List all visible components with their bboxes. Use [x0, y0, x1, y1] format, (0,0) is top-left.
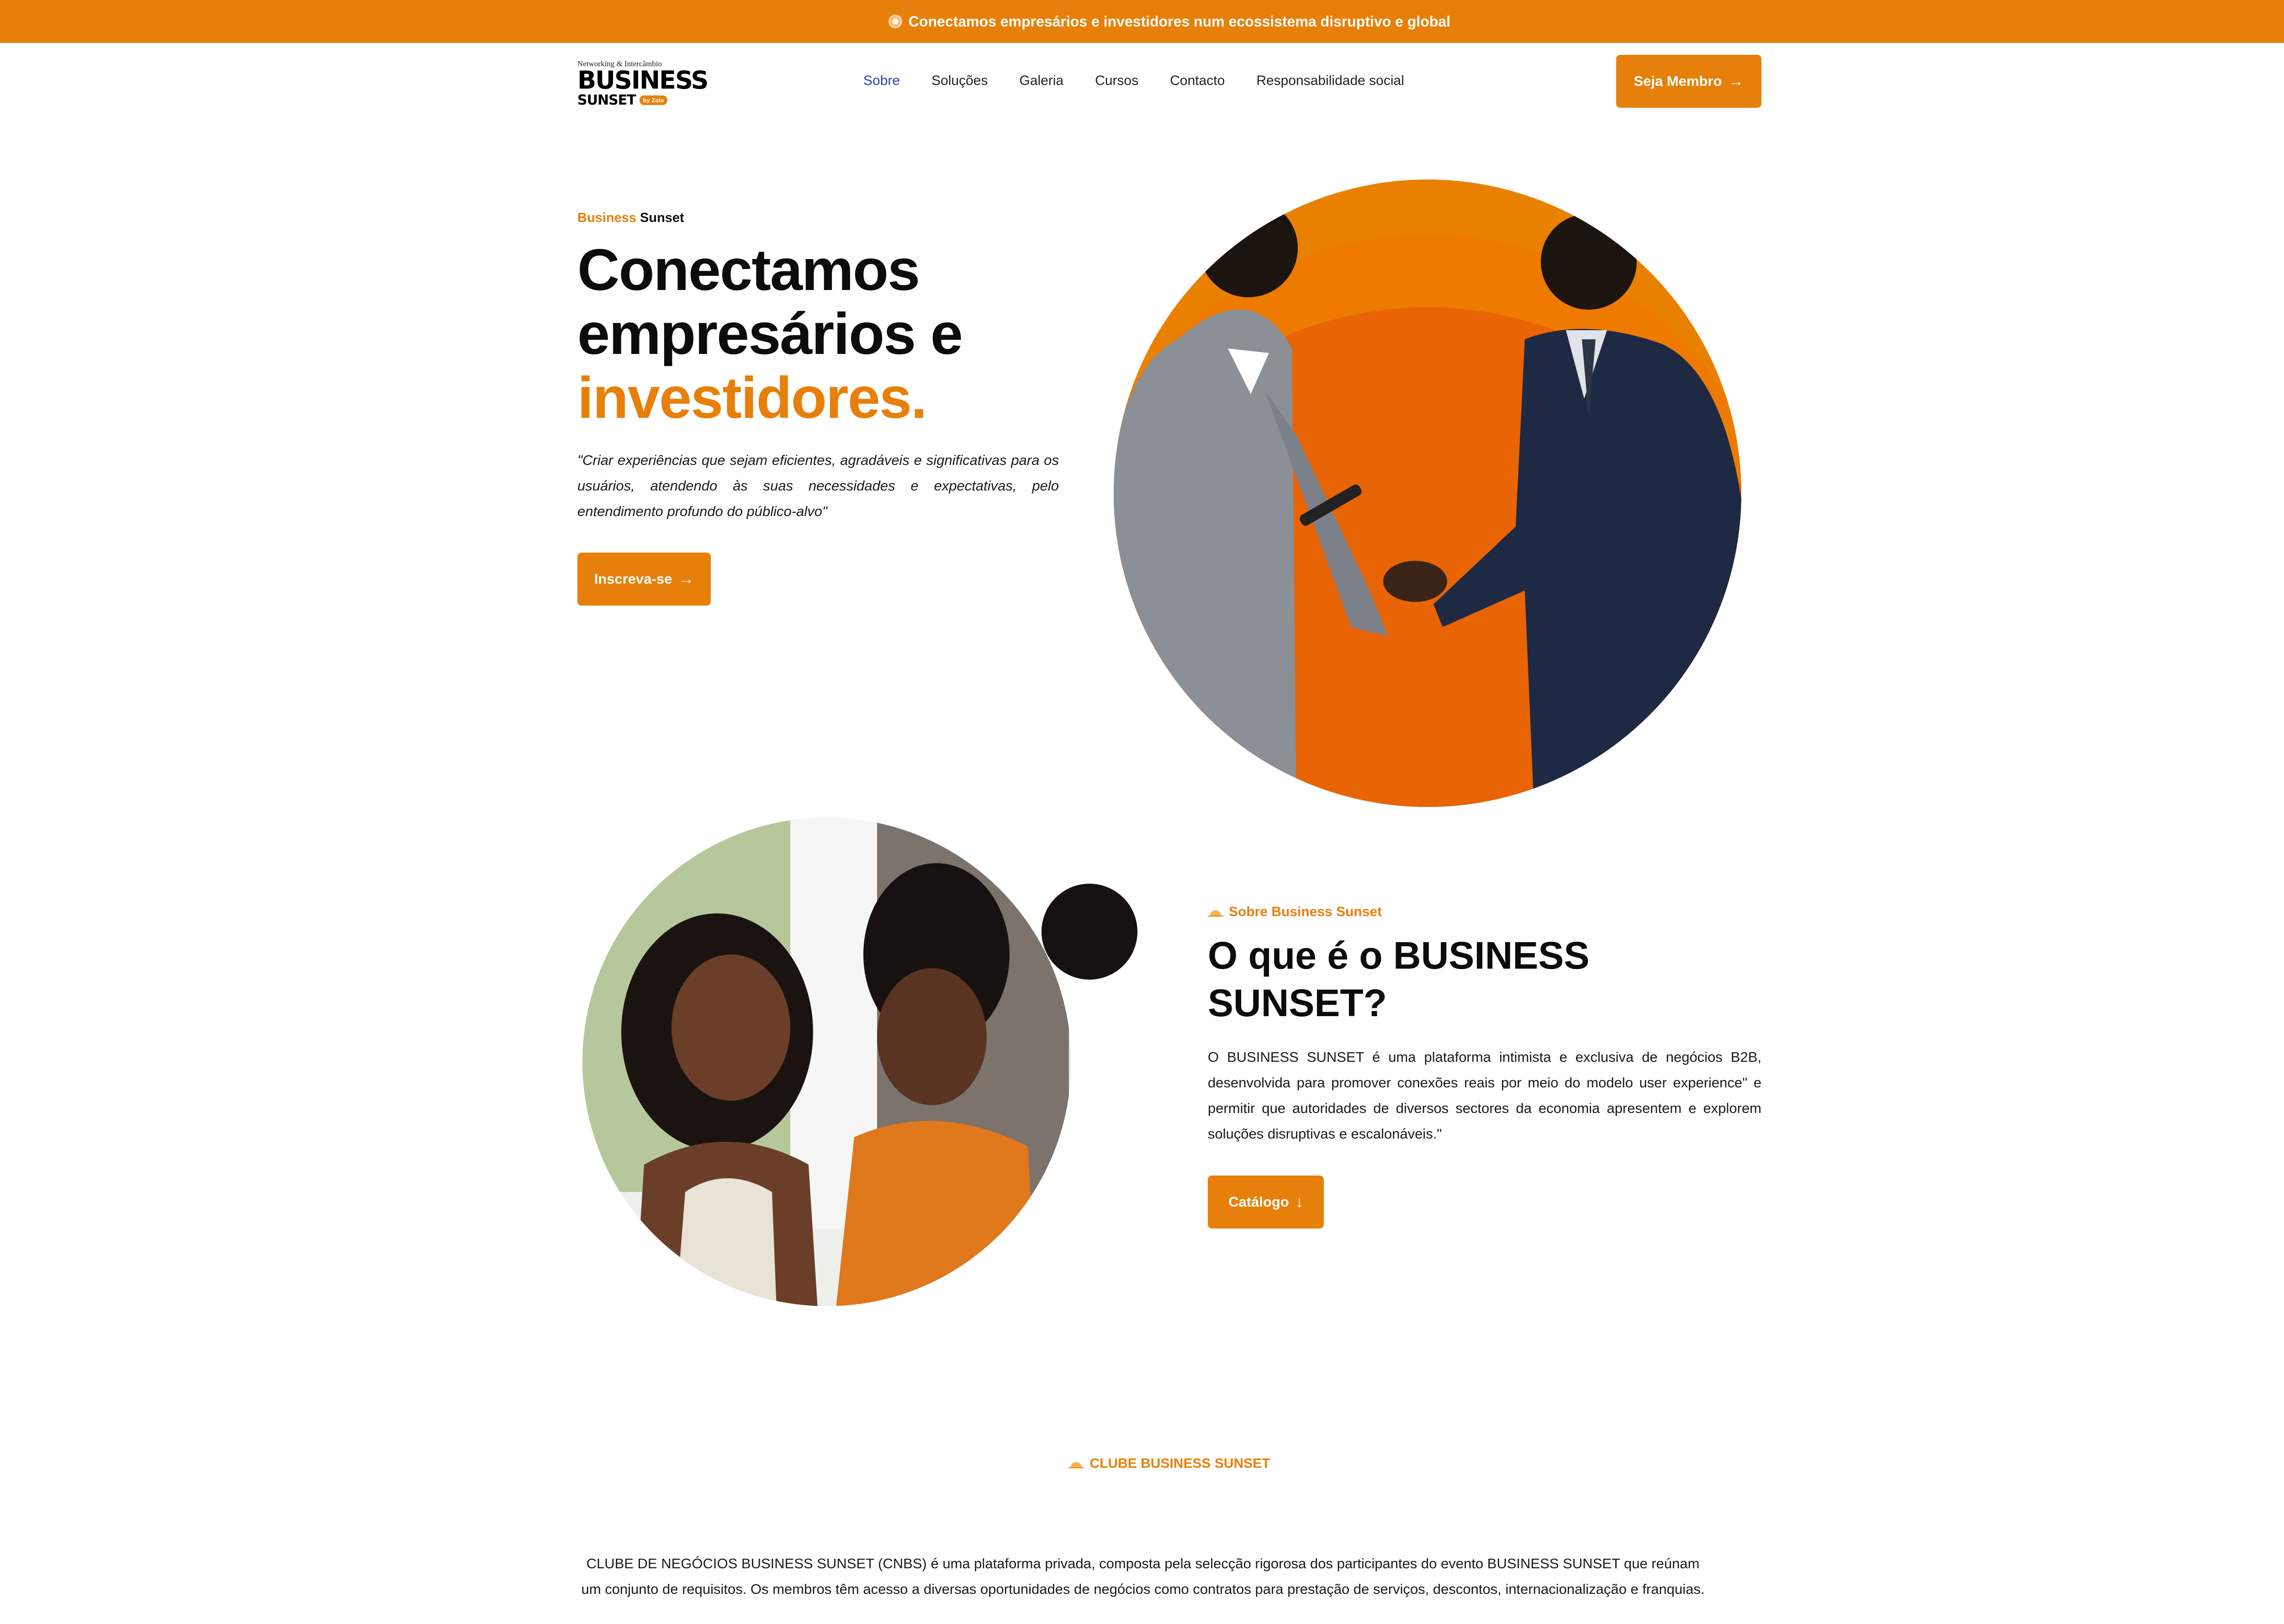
hero-title: Conectamos empresários e investidores.: [577, 238, 1080, 430]
become-member-label: Seja Membro: [1634, 73, 1722, 89]
arrow-down-icon: ↓: [1295, 1193, 1303, 1211]
hero-title-line1: Conectamos: [577, 237, 920, 303]
nav-item-galeria[interactable]: Galeria: [1019, 73, 1063, 89]
nav-item-responsabilidade-social[interactable]: Responsabilidade social: [1256, 73, 1404, 89]
sun-icon: [888, 15, 902, 28]
nav-item-solucoes[interactable]: Soluções: [931, 73, 988, 89]
club-eyebrow: CLUBE BUSINESS SUNSET: [0, 1456, 2284, 1471]
main-nav: Sobre Soluções Galeria Cursos Contacto R…: [863, 73, 1404, 89]
club-body: CLUBE DE NEGÓCIOS BUSINESS SUNSET (CNBS)…: [581, 1555, 1705, 1597]
nav-item-cursos[interactable]: Cursos: [1095, 73, 1138, 89]
hair-puff: [1042, 884, 1137, 980]
sunset-icon: [1068, 1462, 1084, 1468]
hero-handshake-image: [1114, 179, 1741, 807]
hero-eyebrow-accent: Business: [577, 211, 636, 225]
hero-title-highlight: investidores.: [577, 365, 927, 431]
subscribe-label: Inscreva-se: [594, 571, 672, 587]
logo-badge: by Zola: [639, 95, 668, 105]
announcement-bar: Conectamos empresários e investidores nu…: [0, 0, 2284, 43]
hero-title-line2: empresários e: [577, 301, 963, 367]
hero-quote: "Criar experiências que sejam eficientes…: [577, 452, 1059, 519]
about-women-image: [582, 817, 1137, 1306]
logo-wordmark-business: BUSINESS: [577, 66, 708, 95]
about-eyebrow-text: Sobre Business Sunset: [1229, 904, 1382, 919]
arrow-right-icon: →: [678, 570, 694, 588]
about-body: O BUSINESS SUNSET é uma plataforma intim…: [1208, 1049, 1761, 1142]
hero-eyebrow-text: Sunset: [640, 211, 684, 225]
club-eyebrow-text: CLUBE BUSINESS SUNSET: [1089, 1456, 1270, 1471]
catalog-button[interactable]: Catálogo ↓: [1208, 1176, 1324, 1229]
nav-item-sobre[interactable]: Sobre: [863, 73, 900, 89]
hero-eyebrow: Business Sunset: [577, 211, 684, 226]
sunset-icon: [1208, 910, 1223, 917]
become-member-button[interactable]: Seja Membro →: [1616, 55, 1761, 108]
logo-wordmark-sunset: SUNSET: [577, 92, 636, 108]
catalog-label: Catálogo: [1228, 1194, 1289, 1210]
subscribe-button[interactable]: Inscreva-se →: [577, 553, 711, 606]
site-logo[interactable]: Networking & Intercâmbio BUSINESS SUNSET…: [577, 59, 708, 110]
about-title: O que é o BUSINESS SUNSET?: [1208, 934, 1590, 1024]
arrow-right-icon: →: [1728, 73, 1744, 90]
announcement-text: Conectamos empresários e investidores nu…: [908, 13, 1451, 30]
nav-item-contacto[interactable]: Contacto: [1170, 73, 1225, 89]
about-eyebrow: Sobre Business Sunset: [1208, 904, 1382, 920]
